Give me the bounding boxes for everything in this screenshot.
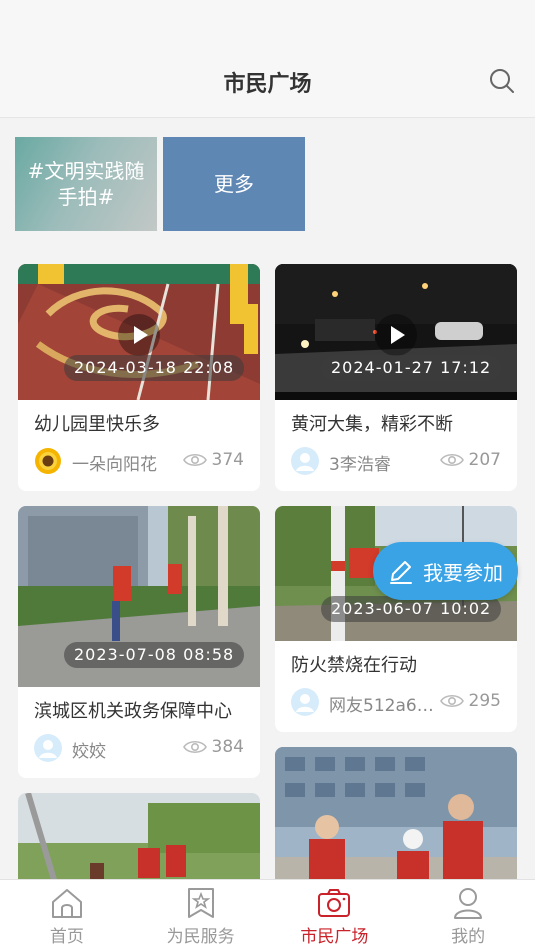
- view-count-value: 207: [468, 450, 501, 470]
- default-avatar-icon: [34, 734, 62, 762]
- post-thumbnail: [275, 747, 517, 893]
- header: 市民广场: [0, 40, 535, 118]
- post-thumbnail: 2024-01-27 17:12: [275, 264, 517, 400]
- post-card[interactable]: [18, 793, 260, 893]
- play-icon[interactable]: [375, 314, 417, 356]
- topic-more-button[interactable]: 更多: [163, 137, 305, 231]
- topic-strip: #文明实践随手拍# 更多: [0, 119, 535, 247]
- play-icon[interactable]: [118, 314, 160, 356]
- tab-label: 为民服务: [166, 927, 235, 947]
- topic-civilization-photo[interactable]: #文明实践随手拍#: [15, 137, 157, 231]
- tab-home[interactable]: 首页: [0, 880, 134, 951]
- view-count: 384: [182, 737, 244, 757]
- view-count-value: 374: [211, 450, 244, 470]
- sunflower-avatar-icon: [34, 447, 62, 475]
- post-thumbnail: 2023-07-08 08:58: [18, 506, 260, 687]
- tab-mine[interactable]: 我的: [401, 880, 535, 951]
- join-button[interactable]: 我要参加: [373, 542, 518, 600]
- search-icon[interactable]: [489, 68, 515, 94]
- status-bar: [0, 0, 535, 40]
- post-thumbnail: 2024-03-18 22:08: [18, 264, 260, 400]
- view-count: 295: [439, 691, 501, 711]
- view-count: 374: [182, 450, 244, 470]
- post-card[interactable]: 2023-06-07 10:02 防火禁烧在行动 网友512a6d... 295: [275, 506, 517, 732]
- view-count-value: 295: [468, 691, 501, 711]
- post-thumbnail: [18, 793, 260, 893]
- post-title: 黄河大集，精彩不断: [291, 414, 453, 435]
- post-card[interactable]: [275, 747, 517, 893]
- join-button-label: 我要参加: [423, 560, 503, 585]
- home-icon: [51, 889, 82, 918]
- eye-icon: [439, 694, 464, 708]
- tab-label: 市民广场: [300, 927, 369, 947]
- view-count: 207: [439, 450, 501, 470]
- eye-icon: [182, 453, 207, 467]
- page-title: 市民广场: [223, 72, 312, 97]
- post-date: 2024-01-27 17:12: [321, 355, 502, 381]
- bookmark-star-icon: [187, 888, 214, 918]
- eye-icon: [439, 453, 464, 467]
- post-card[interactable]: 2024-03-18 22:08 幼儿园里快乐多 一朵向阳花 374: [18, 264, 260, 491]
- default-avatar-icon: [291, 447, 319, 475]
- eye-icon: [182, 740, 207, 754]
- post-title: 防火禁烧在行动: [291, 655, 417, 676]
- post-card[interactable]: 2023-07-08 08:58 滨城区机关政务保障中心 姣姣 384: [18, 506, 260, 778]
- post-author: 网友512a6d...: [329, 696, 441, 716]
- post-date: 2024-03-18 22:08: [64, 355, 245, 381]
- tab-citizen-square[interactable]: 市民广场: [268, 880, 402, 951]
- bottom-tab-bar: 首页 为民服务 市民广场 我的: [0, 879, 535, 951]
- camera-icon: [318, 889, 351, 917]
- post-title: 幼儿园里快乐多: [34, 414, 160, 435]
- post-card[interactable]: 2024-01-27 17:12 黄河大集，精彩不断 3李浩睿 207: [275, 264, 517, 491]
- tab-services[interactable]: 为民服务: [134, 880, 268, 951]
- pencil-icon: [390, 561, 412, 584]
- post-title: 滨城区机关政务保障中心: [34, 701, 232, 722]
- user-icon: [454, 888, 483, 919]
- tab-label: 首页: [49, 927, 84, 947]
- post-date: 2023-07-08 08:58: [64, 642, 245, 668]
- view-count-value: 384: [211, 737, 244, 757]
- post-author: 姣姣: [72, 742, 106, 762]
- post-author: 一朵向阳花: [72, 455, 157, 475]
- default-avatar-icon: [291, 688, 319, 716]
- tab-label: 我的: [451, 927, 486, 947]
- post-author: 3李浩睿: [329, 455, 391, 475]
